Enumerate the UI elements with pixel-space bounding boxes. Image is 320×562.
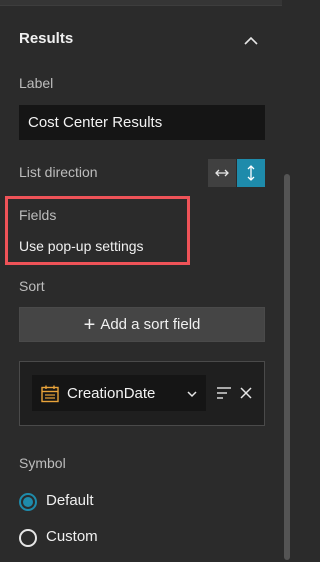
arrows-vertical-icon — [247, 165, 255, 181]
fields-label: Fields — [19, 207, 57, 223]
sort-label: Sort — [19, 278, 45, 294]
scrollbar-thumb[interactable] — [284, 174, 290, 560]
sort-field-name: CreationDate — [67, 385, 156, 402]
chevron-down-icon — [187, 391, 197, 398]
label-input[interactable]: Cost Center Results — [19, 105, 265, 140]
fields-value: Use pop-up settings — [19, 238, 144, 254]
sort-field-select[interactable]: CreationDate — [32, 375, 206, 411]
horizontal-direction-button[interactable] — [208, 159, 236, 187]
sort-order-icon[interactable] — [216, 386, 232, 400]
symbol-custom-label[interactable]: Custom — [46, 528, 98, 545]
chevron-up-icon — [244, 36, 258, 45]
results-section-header[interactable]: Results — [0, 22, 282, 58]
close-icon[interactable] — [239, 386, 253, 400]
plus-icon: + — [83, 313, 96, 336]
add-sort-field-label: Add a sort field — [100, 316, 201, 333]
collapse-section-button[interactable] — [238, 27, 264, 53]
vertical-direction-button[interactable] — [237, 159, 265, 187]
symbol-label: Symbol — [19, 455, 66, 471]
add-sort-field-button[interactable]: + Add a sort field — [19, 307, 265, 342]
sort-field-item: CreationDate — [19, 361, 265, 426]
previous-section-edge — [0, 0, 282, 6]
symbol-default-radio[interactable] — [19, 493, 37, 511]
symbol-custom-radio[interactable] — [19, 529, 37, 547]
section-title: Results — [19, 30, 74, 47]
symbol-default-label[interactable]: Default — [46, 492, 94, 509]
calendar-icon — [41, 385, 59, 403]
results-settings-panel: Results Label Cost Center Results List d… — [0, 0, 292, 562]
label-field-label: Label — [19, 75, 54, 91]
list-direction-toggle — [208, 159, 265, 187]
list-direction-label: List direction — [19, 164, 98, 180]
arrows-horizontal-icon — [215, 169, 229, 177]
